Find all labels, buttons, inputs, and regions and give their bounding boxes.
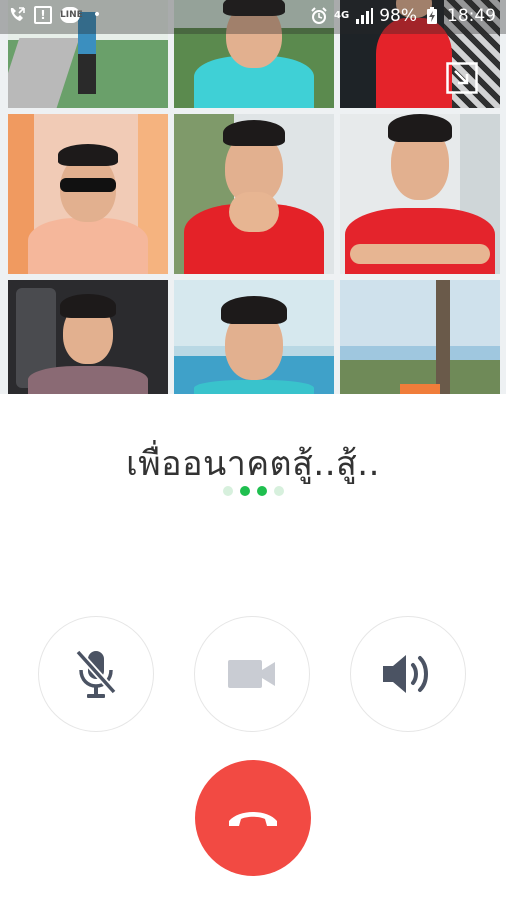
alarm-icon (310, 7, 328, 25)
clock: 18:49 (447, 6, 496, 26)
photo-tile (174, 280, 334, 394)
missed-call-icon (8, 6, 26, 24)
connecting-dot (222, 486, 233, 496)
video-camera-icon (228, 660, 275, 688)
alert-icon: ! (34, 6, 52, 24)
signal-icon (355, 7, 374, 25)
end-call-icon (229, 812, 277, 826)
photo-tile (8, 280, 168, 394)
connecting-dot (256, 486, 267, 496)
status-bar: ! LINE • 4G 98% 18:49 (0, 0, 506, 34)
end-call-button[interactable] (195, 760, 311, 876)
battery-percent: 98% (379, 6, 417, 26)
video-button[interactable] (194, 616, 310, 732)
speaker-icon (383, 655, 428, 693)
line-app-icon: LINE (60, 7, 83, 23)
network-type: 4G (334, 10, 350, 21)
photo-tile (340, 280, 500, 394)
expand-icon[interactable] (446, 62, 478, 94)
battery-charging-icon (423, 7, 441, 25)
photo-tile (8, 114, 168, 274)
photo-tile (340, 114, 500, 274)
more-notifications-icon: • (92, 7, 102, 23)
speaker-button[interactable] (350, 616, 466, 732)
connecting-dot (239, 486, 250, 496)
connecting-indicator (0, 486, 506, 496)
profile-photo-collage (0, 0, 506, 394)
connecting-dot (273, 486, 284, 496)
microphone-muted-icon (75, 649, 117, 698)
mute-button[interactable] (38, 616, 154, 732)
caller-name: เพื่ออนาคตสู้..สู้.. (126, 444, 380, 484)
photo-tile (174, 114, 334, 274)
